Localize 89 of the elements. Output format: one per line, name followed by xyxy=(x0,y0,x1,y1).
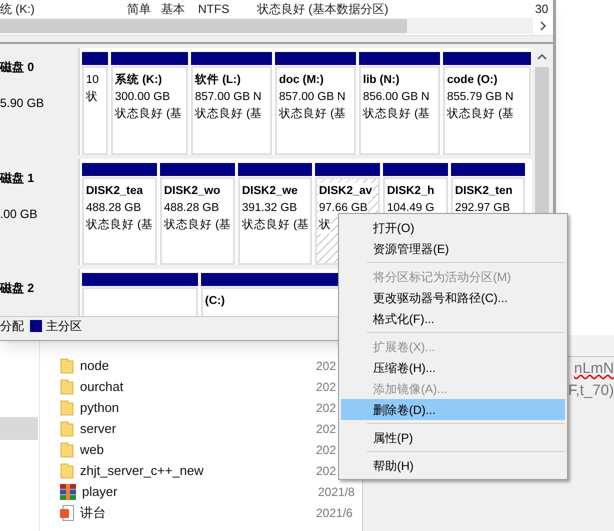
code-text: F,t_70) xyxy=(568,381,614,401)
partition-info: 857.00 GB N xyxy=(279,90,346,105)
partition-label: lib (N:) xyxy=(363,73,400,88)
file-date: 202 xyxy=(316,462,336,480)
horizontal-scrollbar[interactable] xyxy=(0,18,533,34)
partition-info: 状态良好 (基 xyxy=(86,218,154,233)
file-name[interactable]: zhjt_server_c++_new xyxy=(80,460,316,480)
file-name[interactable]: server xyxy=(80,418,316,438)
disk-size: 5.90 GB xyxy=(0,95,44,112)
partition-info: 状态良好 (基 xyxy=(195,106,262,122)
partition-label: DISK2_tea xyxy=(86,184,143,199)
file-name[interactable]: node xyxy=(80,356,316,376)
partition[interactable] xyxy=(82,273,198,319)
file-date: 2021/8 xyxy=(318,484,355,500)
table-cell-text: 统 (K:) xyxy=(0,2,36,16)
partition-header-bar xyxy=(315,163,380,176)
presentation-file-icon xyxy=(60,504,74,520)
file-date: 202 xyxy=(316,420,336,438)
file-date: 202 xyxy=(316,442,336,458)
disk-name: 磁盘 2 xyxy=(0,280,34,297)
file-name[interactable]: player xyxy=(82,482,318,502)
partition-header-bar xyxy=(383,163,448,176)
disk-name: 磁盘 1 xyxy=(0,170,34,187)
partition-info: 10 xyxy=(86,73,99,88)
folder-icon xyxy=(60,378,74,394)
legend-label: 分配 xyxy=(0,318,24,334)
table-cell-text: 30 xyxy=(535,2,550,16)
disk-name: 磁盘 0 xyxy=(0,59,34,76)
partition-info: 300.00 GB xyxy=(115,90,170,105)
partition-label: DISK2_av xyxy=(319,183,372,200)
file-name[interactable]: ourchat xyxy=(80,376,316,396)
partition-info: 488.28 GB xyxy=(86,201,141,216)
partition-info: 104.49 G xyxy=(387,201,434,216)
partition-info: 状态良好 (基 xyxy=(279,106,346,122)
scroll-right-icon[interactable] xyxy=(539,20,547,30)
table-cell-text: 状态良好 (基本数据分区) xyxy=(257,2,390,16)
file-name[interactable]: web xyxy=(80,440,316,460)
partition-info: 状态良好 (基 xyxy=(164,218,232,233)
partition-info: 488.28 GB xyxy=(164,201,219,216)
menu-item[interactable]: 资源管理器(E) xyxy=(341,238,565,259)
partition-label: 软件 (L:) xyxy=(195,72,241,88)
partition-info: 855.79 GB N xyxy=(447,90,514,105)
table-cell-text: 基本 xyxy=(161,2,186,16)
menu-item[interactable]: 格式化(F)... xyxy=(341,308,565,329)
partition-info: 292.97 GB xyxy=(455,201,510,216)
partition-label: DISK2_wo xyxy=(164,184,220,199)
file-date: 202 xyxy=(316,378,336,396)
folder-icon xyxy=(60,462,74,478)
partition-label: DISK2_we xyxy=(242,184,298,199)
folder-icon xyxy=(60,358,74,374)
menu-item[interactable]: 打开(O) xyxy=(341,217,565,238)
partition-info: 状态良好 (基 xyxy=(242,218,310,233)
legend-label: 主分区 xyxy=(46,318,82,334)
partition-info: 391.32 GB xyxy=(242,201,297,216)
partition-info: 857.00 GB N xyxy=(195,90,262,105)
file-date: 2021/6 xyxy=(316,504,353,522)
partition-info: 状 xyxy=(319,217,331,234)
file-name[interactable]: python xyxy=(80,398,316,418)
partition-label: DISK2_ten xyxy=(455,184,513,199)
file-date: 202 xyxy=(316,400,336,416)
partition-label: (C:) xyxy=(205,294,225,309)
nav-item[interactable] xyxy=(0,417,38,440)
folder-icon xyxy=(60,420,74,436)
folder-icon xyxy=(60,400,74,416)
file-date: 202 xyxy=(316,358,336,374)
partition-info: 状态良好 (基 xyxy=(447,106,514,122)
file-name[interactable]: 讲台 xyxy=(80,502,316,522)
folder-icon xyxy=(60,442,74,458)
menu-item[interactable]: 删除卷(D)... xyxy=(341,399,565,420)
menu-item[interactable]: 压缩卷(H)... xyxy=(341,357,565,378)
partition-label: 系统 (K:) xyxy=(115,72,162,88)
partition-info: 状态良好 (基 xyxy=(363,106,430,122)
table-cell-text: NTFS xyxy=(198,2,230,16)
scrollbar-thumb[interactable] xyxy=(0,18,407,32)
menu-item[interactable]: 属性(P) xyxy=(341,427,565,448)
scroll-up-icon[interactable] xyxy=(537,53,547,61)
disk-size: .00 GB xyxy=(0,206,38,223)
archive-icon xyxy=(60,484,76,500)
partition-info: 状 xyxy=(86,90,98,105)
partition-label: code (O:) xyxy=(447,73,498,88)
menu-item[interactable]: 更改驱动器号和路径(C)... xyxy=(341,287,565,308)
menu-item[interactable]: 帮助(H) xyxy=(341,455,565,476)
partition-label: DISK2_h xyxy=(387,184,434,199)
table-cell-text: 简单 xyxy=(127,2,152,16)
code-text: nLmN xyxy=(574,359,614,379)
partition-info: 856.00 GB N xyxy=(363,90,430,105)
partition-label: doc (M:) xyxy=(279,73,324,88)
partition-info: 状态良好 (基 xyxy=(115,106,182,122)
partition-header-bar xyxy=(82,52,108,65)
